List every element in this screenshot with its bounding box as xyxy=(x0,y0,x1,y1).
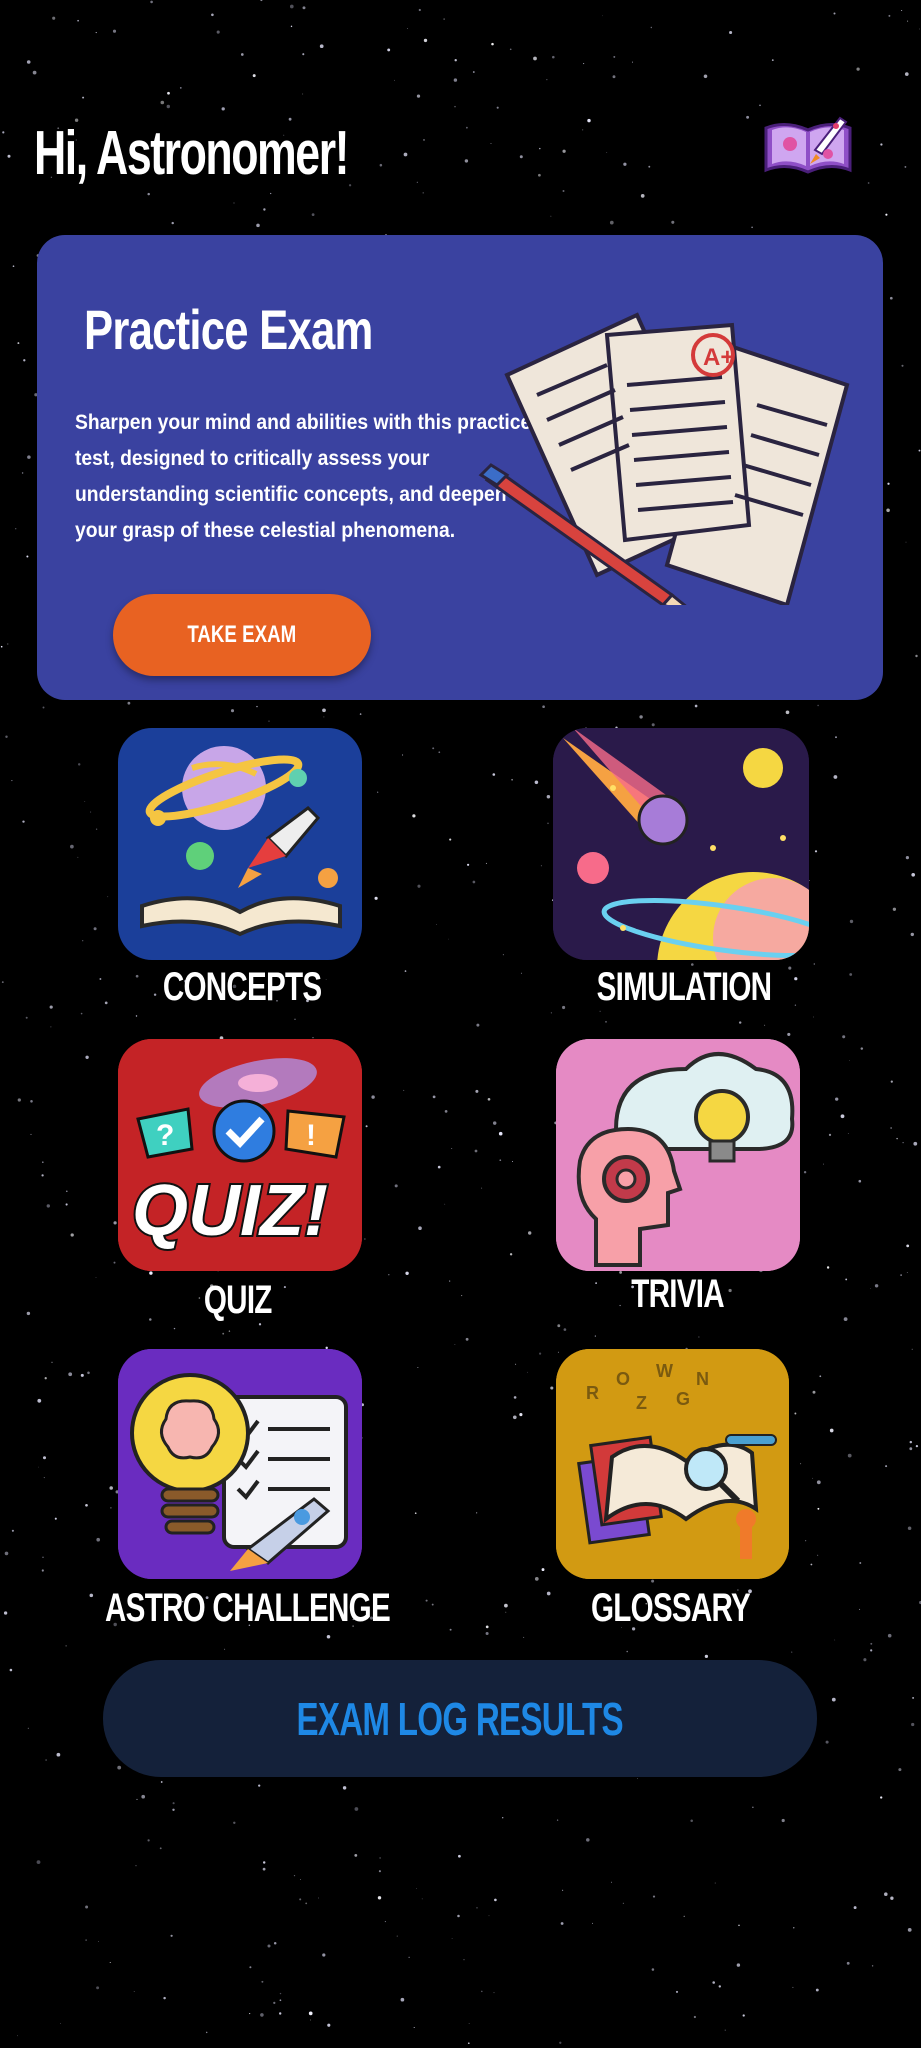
comet-planets-icon[interactable] xyxy=(553,728,809,960)
practice-exam-card: Practice Exam Sharpen your mind and abil… xyxy=(37,235,883,700)
exam-log-results-label: EXAM LOG RESULTS xyxy=(296,1692,624,1745)
svg-text:N: N xyxy=(696,1369,709,1389)
exam-log-results-button[interactable]: EXAM LOG RESULTS xyxy=(103,1660,817,1777)
tile-label-glossary: GLOSSARY xyxy=(590,1586,750,1630)
tile-label-quiz: QUIZ xyxy=(204,1278,272,1322)
exam-papers-icon: A+ xyxy=(467,305,877,619)
exam-card-title: Practice Exam xyxy=(84,298,373,361)
svg-text:Z: Z xyxy=(636,1393,647,1413)
planet-book-rocket-icon[interactable] xyxy=(118,728,362,960)
open-book-magnifier-icon[interactable]: RO W N Z G xyxy=(556,1349,789,1579)
brain-bulb-checklist-icon[interactable] xyxy=(118,1349,362,1579)
tile-label-concepts: CONCEPTS xyxy=(162,965,322,1009)
svg-text:QUIZ!: QUIZ! xyxy=(132,1171,328,1251)
head-gear-lightbulb-icon[interactable] xyxy=(556,1039,800,1271)
tile-label-simulation: SIMULATION xyxy=(596,965,772,1009)
svg-text:R: R xyxy=(586,1383,599,1403)
take-exam-label: TAKE EXAM xyxy=(187,621,297,648)
svg-text:G: G xyxy=(676,1389,690,1409)
quiz-galaxy-icon[interactable]: ? ! QUIZ! xyxy=(118,1039,362,1271)
greeting-title: Hi, Astronomer! xyxy=(34,119,349,188)
svg-text:!: ! xyxy=(306,1119,316,1152)
svg-text:W: W xyxy=(656,1361,673,1381)
tile-label-astro-challenge: ASTRO CHALLENGE xyxy=(105,1586,391,1630)
svg-text:?: ? xyxy=(156,1119,174,1152)
svg-text:O: O xyxy=(616,1369,630,1389)
space-book-icon xyxy=(760,110,856,176)
tile-label-trivia: TRIVIA xyxy=(631,1272,725,1316)
svg-text:A+: A+ xyxy=(703,344,734,371)
take-exam-button[interactable]: TAKE EXAM xyxy=(113,594,371,676)
